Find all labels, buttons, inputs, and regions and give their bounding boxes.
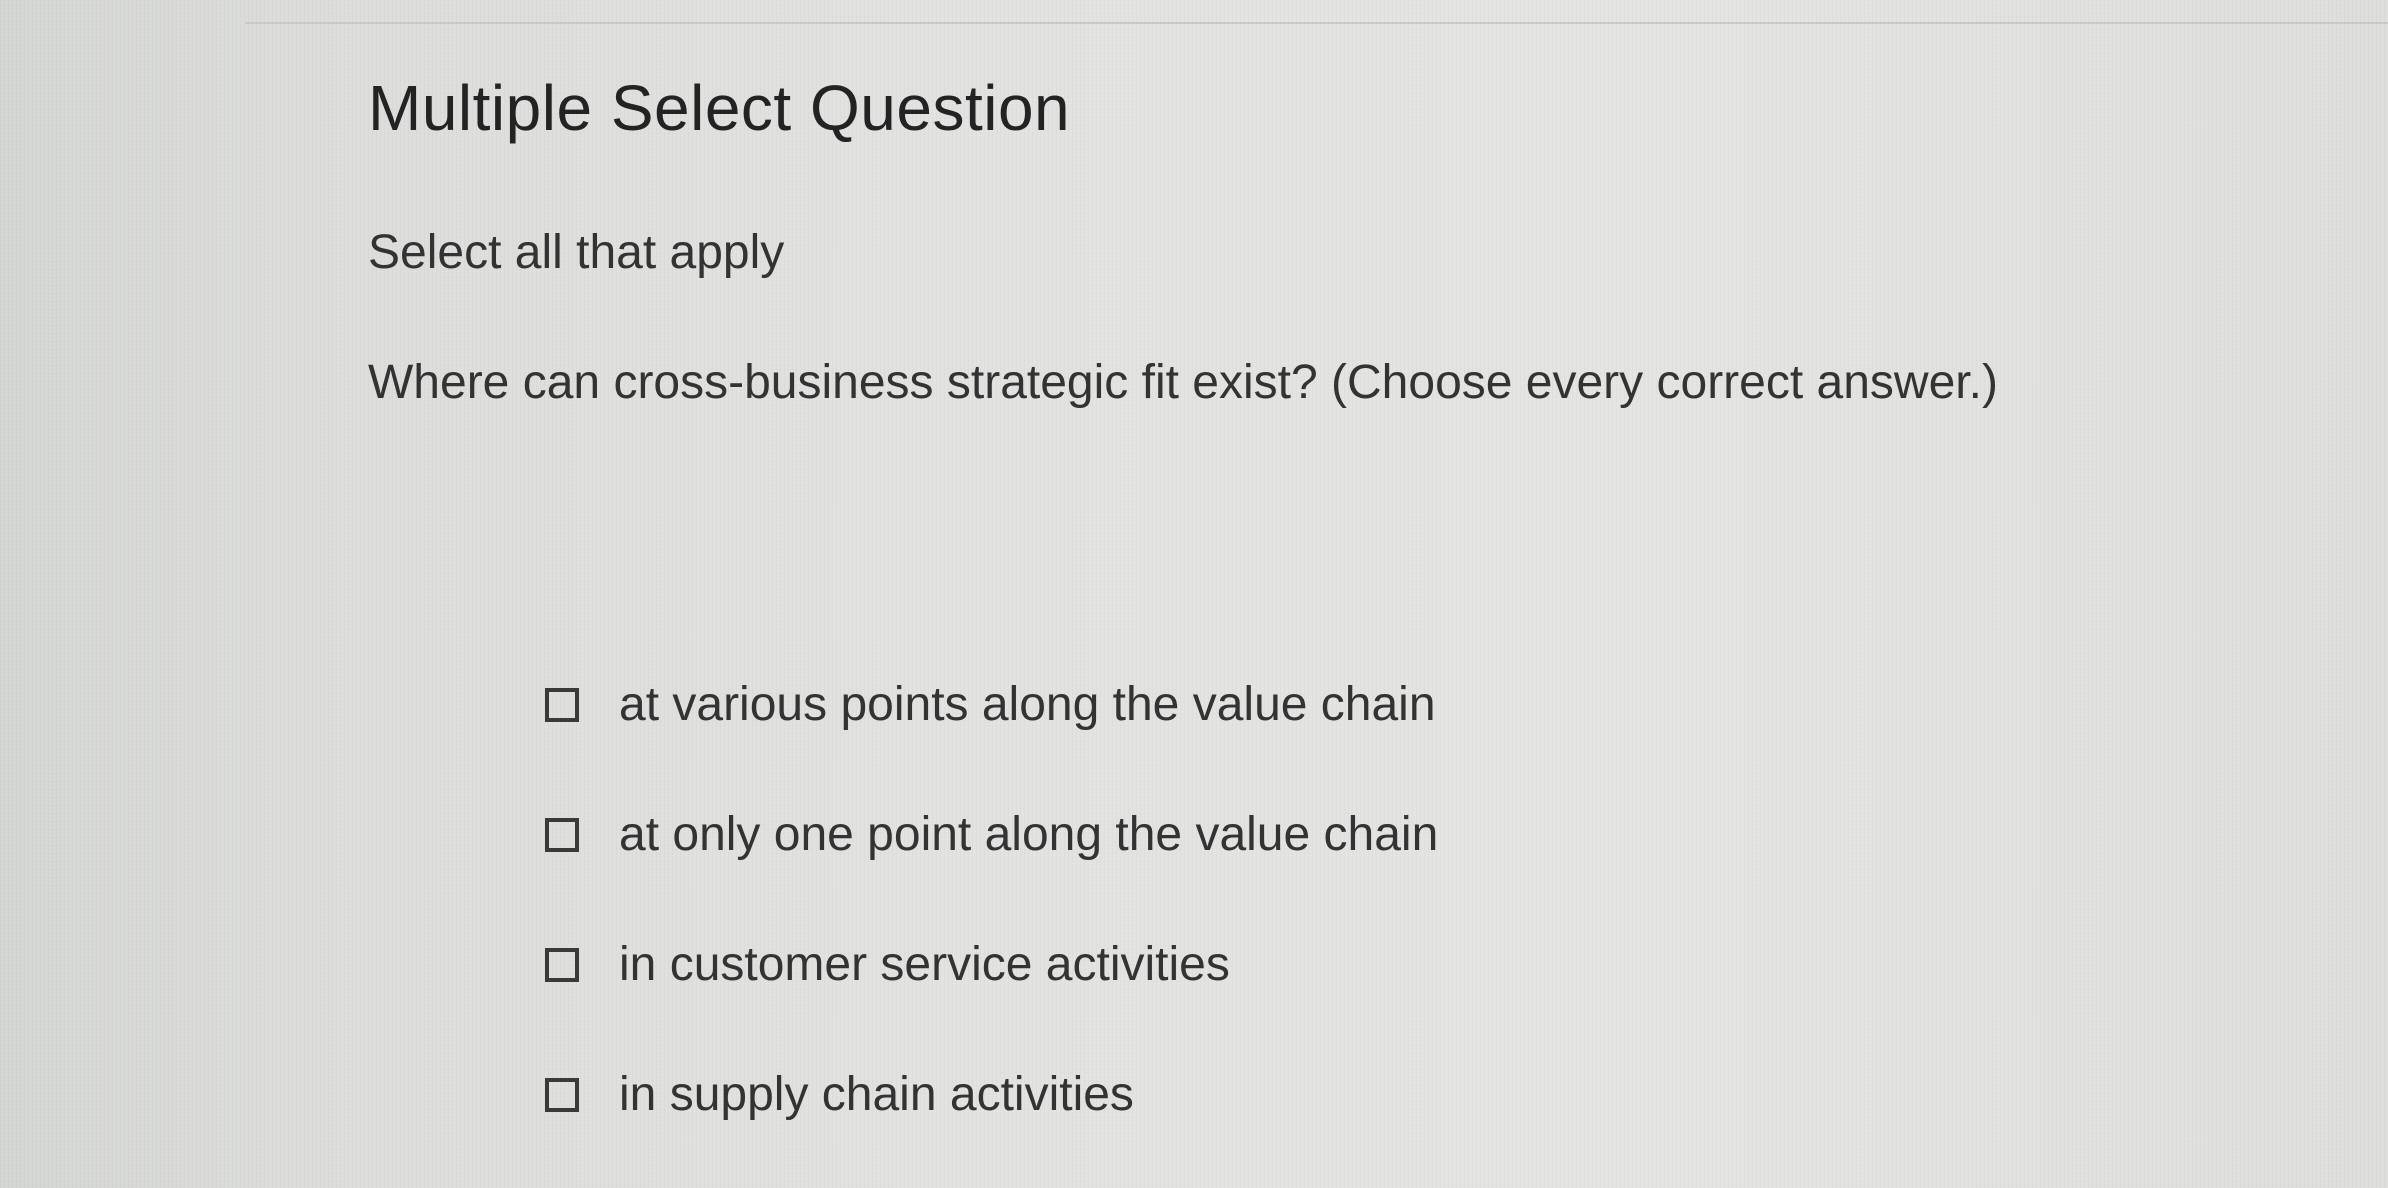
answer-option-label[interactable]: in supply chain activities <box>619 1066 1134 1124</box>
answer-option-label[interactable]: in customer service activities <box>619 936 1230 994</box>
answer-option[interactable]: in supply chain activities <box>545 1030 1438 1160</box>
question-panel: Multiple Select Question Select all that… <box>368 70 2268 412</box>
checkbox[interactable] <box>545 1078 579 1112</box>
answer-option-label[interactable]: at only one point along the value chain <box>619 806 1438 864</box>
question-type-heading: Multiple Select Question <box>368 72 1071 144</box>
answer-option-label[interactable]: at various points along the value chain <box>619 676 1436 734</box>
answer-option[interactable]: in customer service activities <box>545 900 1438 1030</box>
checkbox[interactable] <box>545 818 579 852</box>
divider <box>245 22 2388 24</box>
answer-option[interactable]: at only one point along the value chain <box>545 770 1438 900</box>
answer-options-list: at various points along the value chain … <box>545 640 1438 1160</box>
checkbox[interactable] <box>545 688 579 722</box>
answer-option[interactable]: at various points along the value chain <box>545 640 1438 770</box>
instruction-text: Select all that apply <box>368 225 785 279</box>
question-prompt: Where can cross-business strategic fit e… <box>368 356 1998 410</box>
checkbox[interactable] <box>545 948 579 982</box>
